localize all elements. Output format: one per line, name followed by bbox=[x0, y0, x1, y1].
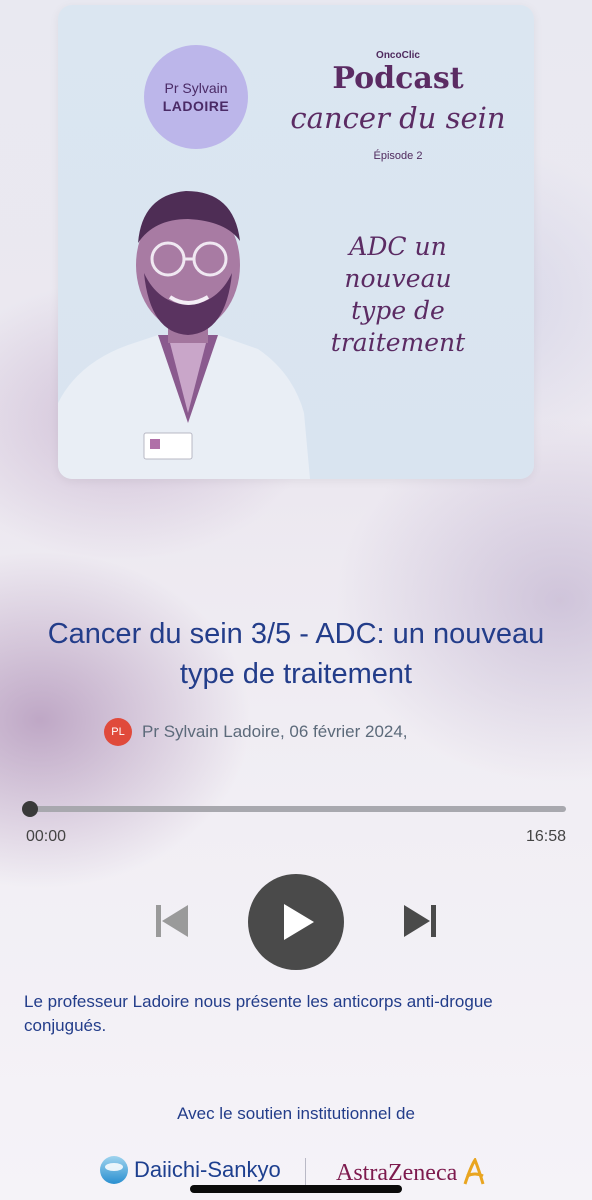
total-duration: 16:58 bbox=[525, 828, 566, 845]
cover-topic-line: ADC un bbox=[349, 232, 447, 261]
astrazeneca-name: AstraZeneca bbox=[336, 1159, 458, 1186]
cover-brand: OncoClic bbox=[376, 50, 420, 61]
author-and-date: Pr Sylvain Ladoire, 06 février 2024, bbox=[142, 722, 408, 741]
daiichi-sankyo-name: Daiichi-Sankyo bbox=[134, 1157, 281, 1182]
play-icon bbox=[284, 904, 314, 940]
cover-series-title: cancer du sein bbox=[290, 101, 506, 135]
cover-topic: ADC un nouveau type de traitement bbox=[298, 231, 498, 359]
author-avatar[interactable]: PL bbox=[104, 718, 132, 746]
speaker-badge: Pr Sylvain LADOIRE bbox=[144, 45, 248, 149]
skip-forward-icon bbox=[404, 905, 436, 937]
cover-topic-line: type de bbox=[351, 296, 445, 325]
cover-episode-label: Épisode 2 bbox=[373, 150, 423, 162]
badge-second-line: LADOIRE bbox=[162, 98, 230, 114]
next-track-button[interactable] bbox=[398, 899, 442, 943]
playback-progress-bar[interactable] bbox=[22, 801, 566, 817]
playback-controls bbox=[0, 872, 592, 972]
astrazeneca-symbol-icon bbox=[463, 1158, 485, 1185]
play-button[interactable] bbox=[248, 874, 344, 970]
daiichi-sankyo-emblem-icon bbox=[100, 1156, 128, 1184]
home-indicator[interactable] bbox=[190, 1185, 402, 1193]
speaker-portrait bbox=[58, 191, 310, 479]
episode-meta: PL Pr Sylvain Ladoire, 06 février 2024, bbox=[104, 718, 408, 746]
cover-topic-line: nouveau bbox=[344, 264, 452, 293]
progress-scrubber-handle[interactable] bbox=[22, 801, 38, 817]
podcast-cover-art: Pr Sylvain LADOIRE OncoClic Podcast canc… bbox=[58, 5, 534, 479]
cover-topic-line: traitement bbox=[330, 328, 466, 357]
skip-back-icon bbox=[156, 905, 188, 937]
badge-first-line: Pr Sylvain bbox=[164, 80, 228, 96]
daiichi-sankyo-logo: Daiichi-Sankyo bbox=[100, 1156, 281, 1184]
previous-track-button[interactable] bbox=[150, 899, 194, 943]
cover-podcast-label: Podcast bbox=[332, 61, 464, 96]
episode-title: Cancer du sein 3/5 - ADC: un nouveau typ… bbox=[47, 618, 545, 690]
elapsed-time: 00:00 bbox=[26, 828, 67, 845]
progress-track[interactable] bbox=[26, 806, 566, 812]
episode-description: Le professeur Ladoire nous présente les … bbox=[24, 992, 493, 1035]
sponsor-intro-text: Avec le soutien institutionnel de bbox=[177, 1104, 415, 1123]
astrazeneca-logo: AstraZeneca bbox=[336, 1158, 487, 1188]
